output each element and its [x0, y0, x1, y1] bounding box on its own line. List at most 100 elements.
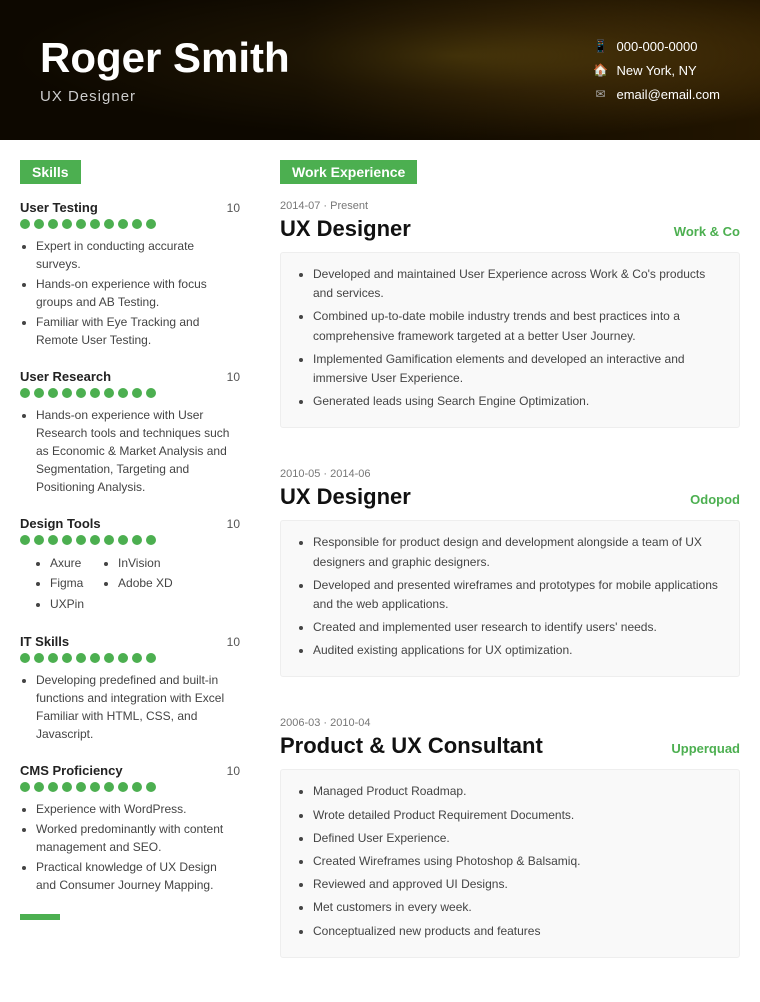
skill-dots-3 — [20, 653, 240, 663]
skill-dot — [34, 388, 44, 398]
skill-dot — [48, 219, 58, 229]
skill-score-3: 10 — [227, 635, 240, 649]
right-column: Work Experience 2014-07 · Present UX Desi… — [260, 160, 760, 982]
skill-block-0: User Testing10Expert in conducting accur… — [20, 200, 240, 349]
header-section: Roger Smith UX Designer 📱 000-000-0000 🏠… — [0, 0, 760, 140]
work-card-2: Managed Product Roadmap.Wrote detailed P… — [280, 769, 740, 957]
skill-dot — [34, 219, 44, 229]
skill-dot — [104, 535, 114, 545]
work-company-2: Upperquad — [671, 741, 740, 756]
work-bullet-item: Created Wireframes using Photoshop & Bal… — [313, 852, 723, 871]
work-bullet-item: Combined up-to-date mobile industry tren… — [313, 307, 723, 345]
work-bullets-1: Responsible for product design and devel… — [297, 533, 723, 660]
tool-item: InVision — [118, 553, 173, 573]
work-bullet-item: Met customers in every week. — [313, 898, 723, 917]
skill-dot — [90, 782, 100, 792]
skill-dots-0 — [20, 219, 240, 229]
skill-bullets-1: Hands-on experience with User Research t… — [20, 406, 240, 496]
tool-item: Adobe XD — [118, 573, 173, 593]
skill-dot — [104, 219, 114, 229]
skill-dot — [34, 782, 44, 792]
skill-dot — [76, 219, 86, 229]
skill-title-2: Design Tools — [20, 516, 101, 531]
work-bullet-item: Managed Product Roadmap. — [313, 782, 723, 801]
skill-bullet-item: Developing predefined and built-in funct… — [36, 671, 240, 743]
skills-list: User Testing10Expert in conducting accur… — [20, 200, 240, 894]
skill-dot — [132, 782, 142, 792]
skill-block-4: CMS Proficiency10Experience with WordPre… — [20, 763, 240, 894]
skill-dot — [104, 782, 114, 792]
location-icon: 🏠 — [593, 62, 609, 78]
skill-dot — [118, 782, 128, 792]
work-card-1: Responsible for product design and devel… — [280, 520, 740, 677]
skill-dot — [104, 653, 114, 663]
skill-dot — [76, 782, 86, 792]
work-bullet-item: Audited existing applications for UX opt… — [313, 641, 723, 660]
skill-dot — [146, 782, 156, 792]
skill-score-0: 10 — [227, 201, 240, 215]
skill-dot — [90, 388, 100, 398]
skill-dot — [20, 388, 30, 398]
skill-dot — [34, 653, 44, 663]
work-date-0: 2014-07 · Present — [280, 200, 740, 212]
work-company-0: Work & Co — [674, 224, 740, 239]
work-bullet-item: Reviewed and approved UI Designs. — [313, 875, 723, 894]
skill-dot — [62, 219, 72, 229]
work-card-0: Developed and maintained User Experience… — [280, 252, 740, 428]
work-bullet-item: Created and implemented user research to… — [313, 618, 723, 637]
skill-dot — [62, 653, 72, 663]
skills-section-header: Skills — [20, 160, 81, 184]
skill-dot — [118, 653, 128, 663]
work-title-row-1: UX DesignerOdopod — [280, 484, 740, 510]
work-title-2: Product & UX Consultant — [280, 733, 543, 759]
skill-dot — [90, 219, 100, 229]
location-contact: 🏠 New York, NY — [593, 62, 721, 78]
tools-col-1: InVisionAdobe XD — [104, 553, 173, 614]
skill-dot — [146, 219, 156, 229]
skill-bullet-item: Experience with WordPress. — [36, 800, 240, 818]
skill-block-2: Design Tools10AxureFigmaUXPinInVisionAdo… — [20, 516, 240, 614]
skill-bullet-item: Practical knowledge of UX Design and Con… — [36, 858, 240, 894]
skill-bullet-item: Expert in conducting accurate surveys. — [36, 237, 240, 273]
candidate-title: UX Designer — [40, 88, 593, 105]
skill-bullets-0: Expert in conducting accurate surveys.Ha… — [20, 237, 240, 349]
skill-dot — [146, 653, 156, 663]
skill-dot — [48, 782, 58, 792]
skill-dot — [20, 782, 30, 792]
work-bullet-item: Developed and presented wireframes and p… — [313, 576, 723, 614]
skill-dot — [118, 219, 128, 229]
work-bullet-item: Responsible for product design and devel… — [313, 533, 723, 571]
phone-icon: 📱 — [593, 38, 609, 54]
skill-block-3: IT Skills10Developing predefined and bui… — [20, 634, 240, 743]
work-experience-section-header: Work Experience — [280, 160, 417, 184]
main-content: Skills User Testing10Expert in conductin… — [0, 140, 760, 1002]
skill-bullet-item: Hands-on experience with User Research t… — [36, 406, 240, 496]
work-title-row-2: Product & UX Consultant Upperquad — [280, 733, 740, 759]
skill-dot — [34, 535, 44, 545]
skill-dots-2 — [20, 535, 240, 545]
skill-bullets-4: Experience with WordPress.Worked predomi… — [20, 800, 240, 894]
work-bullet-item: Conceptualized new products and features — [313, 922, 723, 941]
skill-dot — [76, 535, 86, 545]
work-bullets-2: Managed Product Roadmap.Wrote detailed P… — [297, 782, 723, 940]
work-block-0: 2014-07 · Present UX Designer Work & Co Dev… — [280, 200, 740, 428]
work-bullet-item: Implemented Gamification elements and de… — [313, 350, 723, 388]
header-left: Roger Smith UX Designer — [40, 35, 593, 104]
bottom-accent-bar — [20, 914, 60, 920]
skill-dot — [62, 782, 72, 792]
skill-dot — [146, 388, 156, 398]
skill-dot — [76, 653, 86, 663]
work-bullets-0: Developed and maintained User Experience… — [297, 265, 723, 411]
work-block-2: 2006-03 · 2010-04 Product & UX Consultant… — [280, 717, 740, 957]
skill-dots-4 — [20, 782, 240, 792]
work-bullet-item: Developed and maintained User Experience… — [313, 265, 723, 303]
tool-item: Figma — [50, 573, 84, 593]
skill-score-4: 10 — [227, 764, 240, 778]
work-title-0: UX Designer — [280, 216, 411, 242]
skill-dots-1 — [20, 388, 240, 398]
phone-contact: 📱 000-000-0000 — [593, 38, 721, 54]
skill-dot — [132, 219, 142, 229]
work-date-2: 2006-03 · 2010-04 — [280, 717, 740, 729]
tool-item: UXPin — [50, 594, 84, 614]
skill-dot — [146, 535, 156, 545]
